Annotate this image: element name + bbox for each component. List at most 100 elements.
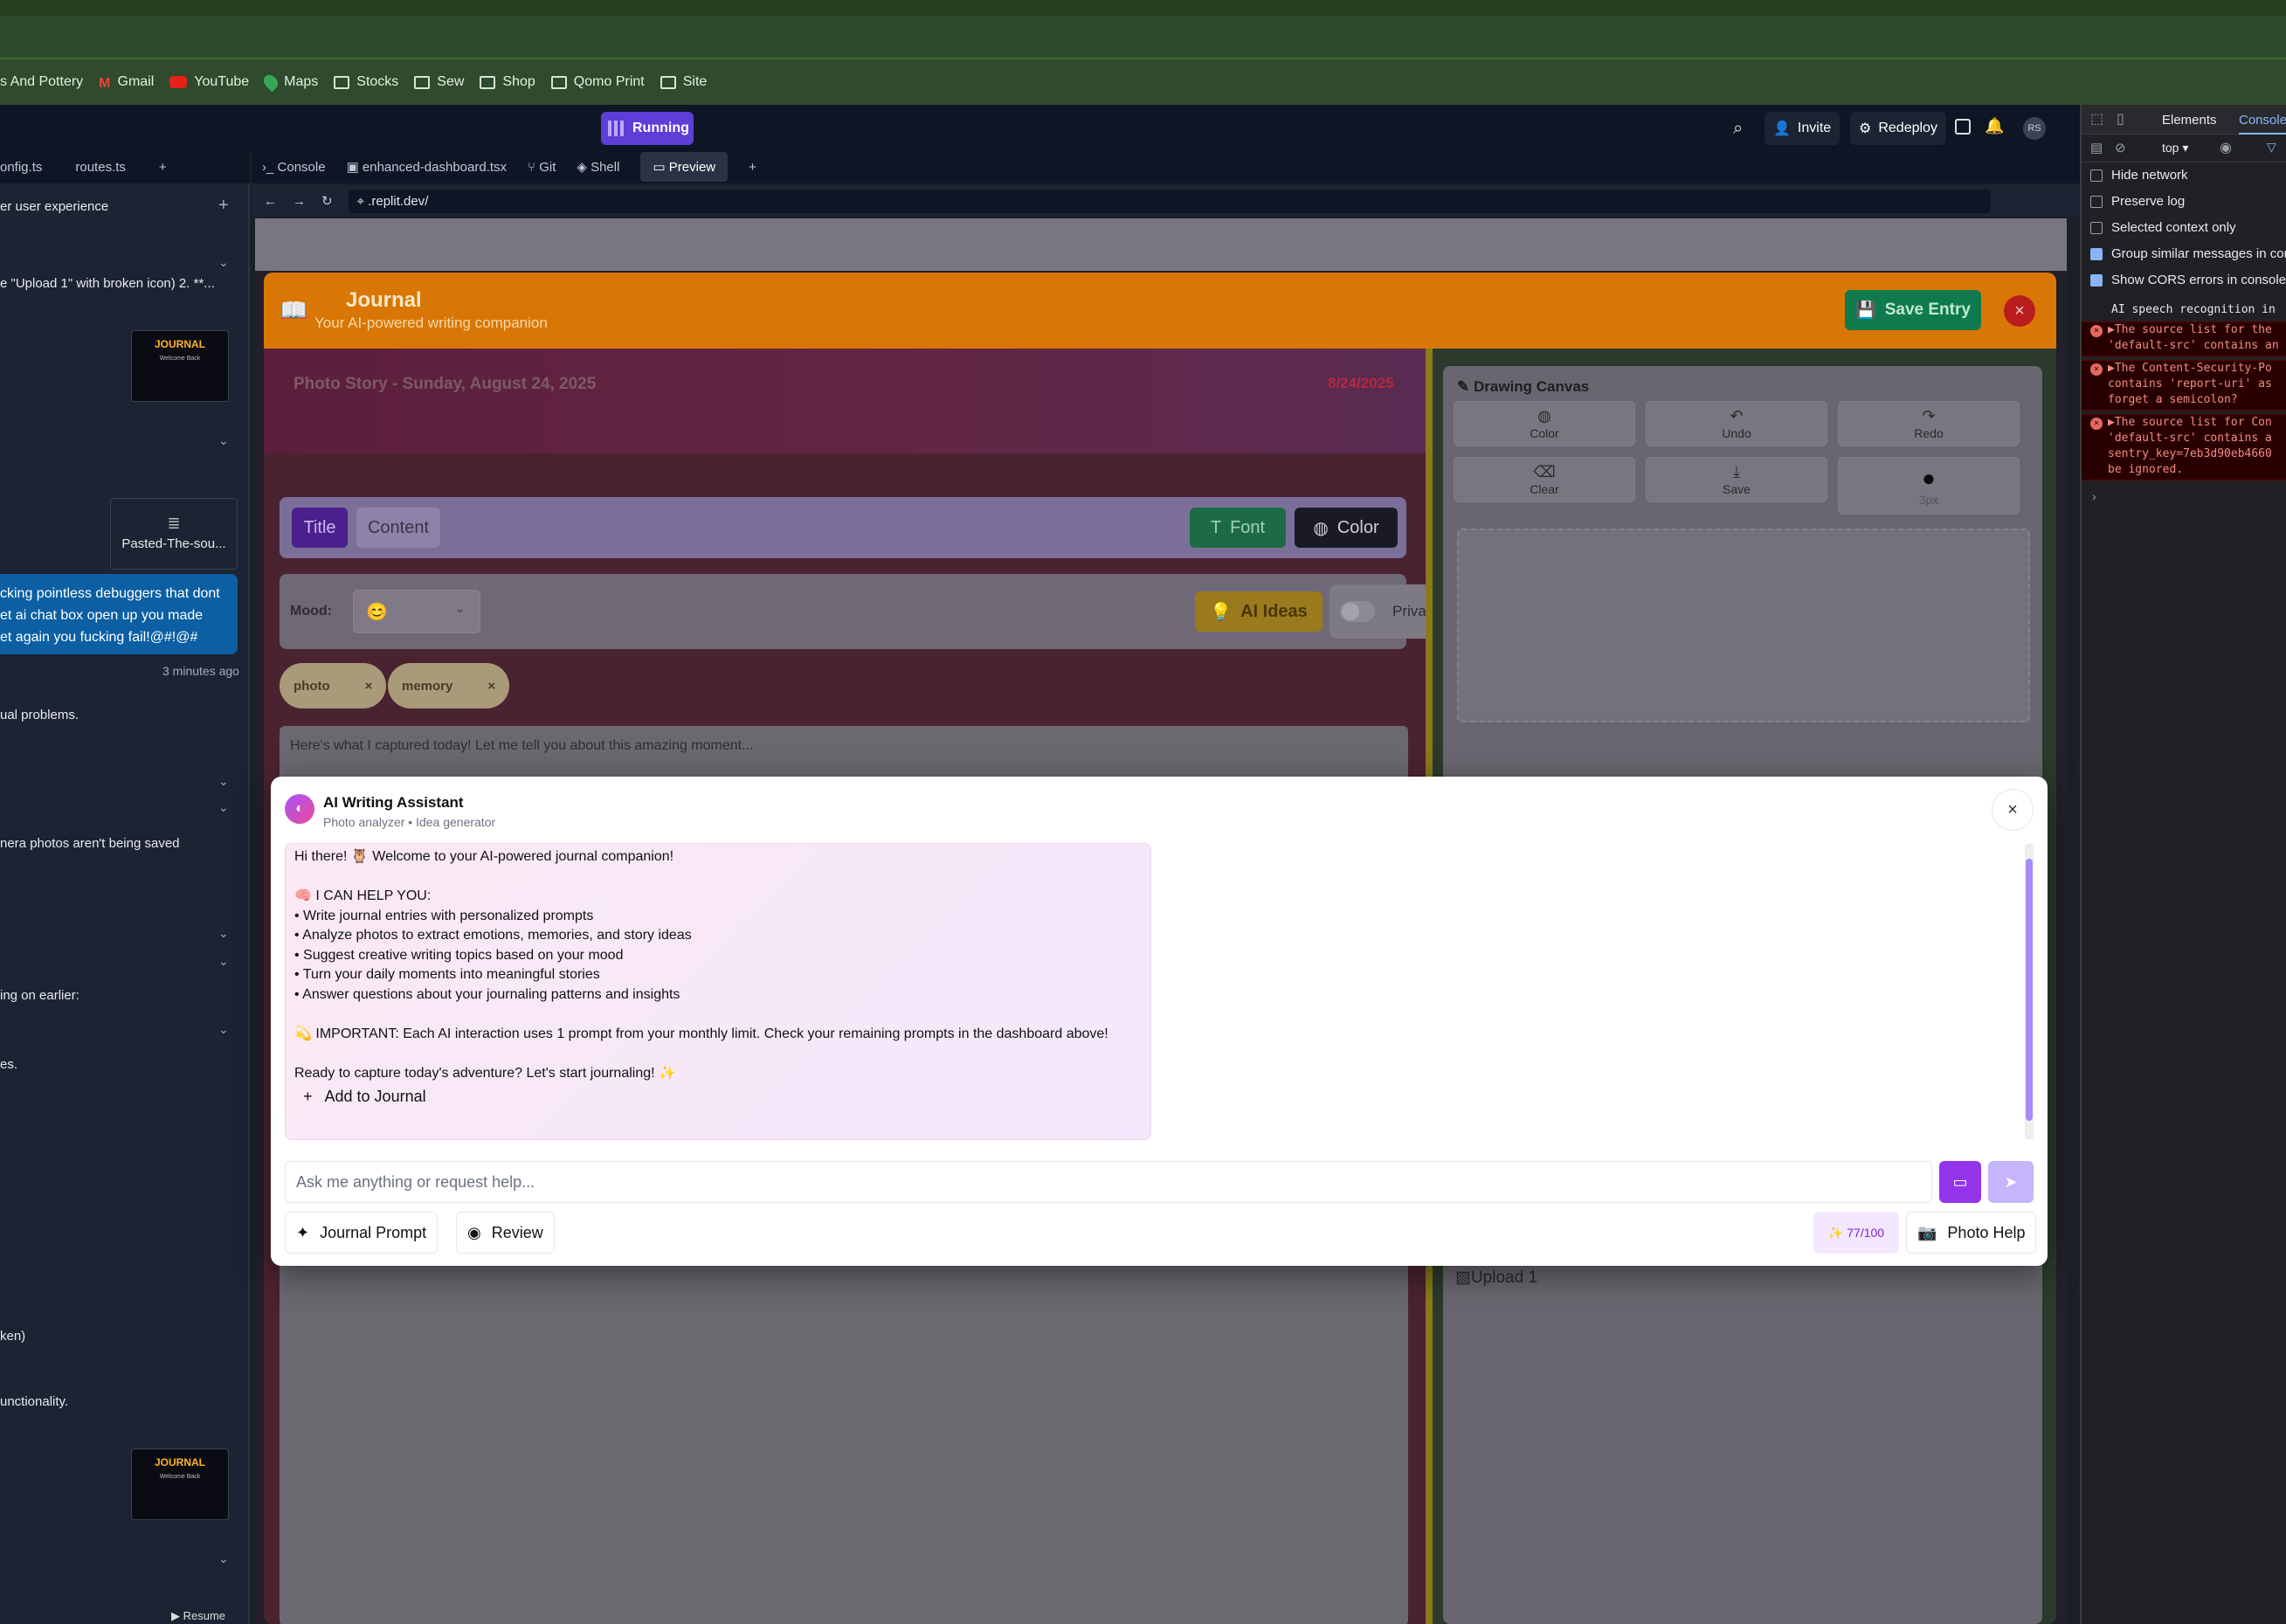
tab-routes[interactable]: routes.ts — [75, 160, 126, 175]
device-icon[interactable]: ▯ — [2117, 110, 2124, 128]
close-icon[interactable]: × — [1992, 789, 2034, 831]
search-icon[interactable]: ⌕ — [1733, 119, 1743, 139]
send-icon: ➤ — [2004, 1173, 2018, 1191]
lightbulb-icon: 💡 — [1210, 602, 1233, 622]
mood-select[interactable]: 😊 ⌄ — [353, 590, 480, 633]
message-line: Ready to capture today's adventure? Let'… — [294, 1065, 676, 1081]
chat-snippet: nera photos aren't being saved — [0, 836, 180, 851]
console-error[interactable]: × ▶The source list for the 'default-src' … — [2082, 321, 2286, 356]
bookmark-label: Site — [682, 74, 708, 89]
tab-config[interactable]: onfig.ts — [0, 160, 42, 175]
attachment-card[interactable]: ≣ Pasted-The-sou... — [110, 498, 238, 570]
tab-content[interactable]: Content — [356, 508, 440, 548]
tab-label: Preview — [668, 160, 716, 175]
chevron-down-icon[interactable]: ⌄ — [218, 433, 229, 448]
canvas-redo-button[interactable]: ↷ Redo — [1838, 401, 2020, 446]
new-thread-icon[interactable]: + — [218, 196, 229, 216]
drawing-area[interactable] — [1457, 529, 2030, 722]
bookmark-folder-stocks[interactable]: Stocks — [334, 74, 398, 90]
avatar[interactable]: RS — [2023, 117, 2046, 140]
screenshot-thumbnail[interactable]: JOURNAL Welcome Back — [131, 1448, 229, 1520]
chevron-down-icon[interactable]: ⌄ — [218, 774, 229, 789]
tab-console[interactable]: ›_ Console — [262, 160, 326, 175]
selected-context-checkbox[interactable]: Selected context only — [2090, 220, 2236, 235]
messages-scrollbar[interactable] — [2025, 843, 2034, 1140]
bookmark-pottery[interactable]: s And Pottery — [0, 74, 83, 90]
canvas-color-button[interactable]: ◍ Color — [1454, 401, 1635, 446]
font-button[interactable]: T Font — [1190, 508, 1286, 548]
chevron-down-icon[interactable]: ⌄ — [218, 800, 229, 815]
tab-git[interactable]: ⑂ Git — [528, 160, 556, 175]
redo-icon: ↷ — [1922, 407, 1936, 425]
chevron-down-icon[interactable]: ⌄ — [218, 1551, 229, 1566]
chevron-down-icon[interactable]: ⌄ — [218, 954, 229, 969]
date-badge: 8/24/2025 — [1328, 375, 1394, 391]
canvas-clear-button[interactable]: ⌫ Clear — [1454, 457, 1635, 502]
journal-prompt-button[interactable]: ✦ Journal Prompt — [285, 1212, 439, 1254]
filter-icon[interactable]: ▽ — [2267, 140, 2276, 155]
invite-button[interactable]: 👤 Invite — [1765, 112, 1841, 145]
cors-errors-checkbox[interactable]: Show CORS errors in console — [2090, 273, 2286, 287]
tag-chip[interactable]: photo × — [280, 663, 387, 708]
tab-enhanced-dashboard[interactable]: ▣ enhanced-dashboard.tsx — [347, 159, 507, 175]
add-tab-icon[interactable]: + — [159, 160, 167, 175]
tab-label: Console — [277, 159, 326, 175]
redeploy-button[interactable]: ⚙ Redeploy — [1850, 112, 1946, 145]
add-to-journal-button[interactable]: + Add to Journal — [294, 1087, 1142, 1107]
group-similar-checkbox[interactable]: Group similar messages in cons — [2090, 246, 2286, 261]
bookmark-folder-shop[interactable]: Shop — [480, 74, 535, 90]
save-entry-button[interactable]: 💾 Save Entry — [1845, 290, 1981, 330]
reload-icon[interactable]: ↻ — [321, 193, 333, 209]
ai-ideas-button[interactable]: 💡 AI Ideas — [1195, 591, 1323, 632]
inspect-icon[interactable]: ⬚ — [2090, 110, 2103, 128]
assistant-input[interactable] — [285, 1161, 1932, 1203]
eye-icon[interactable]: ◉ — [2220, 139, 2232, 156]
add-tab-icon[interactable]: + — [749, 160, 756, 175]
bookmark-folder-site[interactable]: Site — [660, 74, 708, 90]
journal-close-button[interactable]: × — [2004, 295, 2035, 327]
run-status-button[interactable]: Running — [601, 112, 694, 145]
bookmark-folder-sew[interactable]: Sew — [414, 74, 464, 90]
chevron-down-icon[interactable]: ⌄ — [218, 926, 229, 941]
console-error[interactable]: × ▶The Content-Security-Po contains 'repo… — [2082, 360, 2286, 411]
chevron-down-icon[interactable]: ⌄ — [218, 255, 229, 270]
hide-network-checkbox[interactable]: Hide network — [2090, 168, 2188, 183]
resume-button[interactable]: ▶ Resume — [171, 1609, 225, 1623]
send-button[interactable]: ➤ — [1988, 1161, 2034, 1203]
brush-size-control[interactable]: ● 3px — [1838, 457, 2020, 515]
bookmark-folder-qomo[interactable]: Qomo Print — [550, 74, 645, 90]
remove-tag-icon[interactable]: × — [365, 679, 373, 694]
url-input[interactable]: ⌖ .replit.dev/ — [348, 189, 1991, 213]
tab-console[interactable]: Console — [2239, 113, 2286, 135]
error-icon: × — [2090, 418, 2103, 430]
console-prompt-icon[interactable]: › — [2092, 489, 2096, 503]
canvas-save-button[interactable]: ⤓ Save — [1646, 457, 1827, 502]
entry-text: Here's what I captured today! Let me tel… — [290, 738, 754, 753]
tab-shell[interactable]: ◈ Shell — [577, 159, 619, 175]
tab-preview[interactable]: ▭ Preview — [640, 152, 729, 182]
canvas-undo-button[interactable]: ↶ Undo — [1646, 401, 1827, 446]
review-button[interactable]: ◉ Review — [456, 1212, 555, 1254]
remove-tag-icon[interactable]: × — [487, 679, 495, 694]
bell-icon[interactable]: 🔔 — [1985, 117, 2004, 135]
photo-help-button[interactable]: 📷 Photo Help — [1906, 1212, 2037, 1254]
bookmark-maps[interactable]: Maps — [260, 72, 318, 93]
console-error[interactable]: × ▶The source list for Con 'default-src' … — [2082, 414, 2286, 480]
forward-icon[interactable]: → — [293, 194, 306, 209]
chevron-down-icon[interactable]: ⌄ — [218, 1022, 229, 1037]
sidebar-icon[interactable]: ▤ — [2090, 140, 2103, 155]
back-icon[interactable]: ← — [264, 194, 277, 209]
preserve-log-checkbox[interactable]: Preserve log — [2090, 194, 2185, 209]
chat-mode-button[interactable]: ▭ — [1939, 1161, 1981, 1203]
tag-chip[interactable]: memory × — [388, 663, 510, 708]
screenshot-thumbnail[interactable]: JOURNAL Welcome Back — [131, 330, 229, 402]
context-select[interactable]: top ▾ — [2162, 141, 2188, 155]
tab-elements[interactable]: Elements — [2162, 113, 2217, 128]
tab-title[interactable]: Title — [292, 508, 348, 548]
color-button[interactable]: ◍ Color — [1295, 508, 1398, 548]
deploy-menu-icon[interactable] — [1955, 119, 1971, 135]
clear-console-icon[interactable]: ⊘ — [2115, 140, 2126, 155]
message-timestamp: 3 minutes ago — [162, 664, 239, 678]
bookmark-youtube[interactable]: YouTube — [169, 74, 249, 90]
bookmark-gmail[interactable]: M Gmail — [99, 74, 154, 91]
